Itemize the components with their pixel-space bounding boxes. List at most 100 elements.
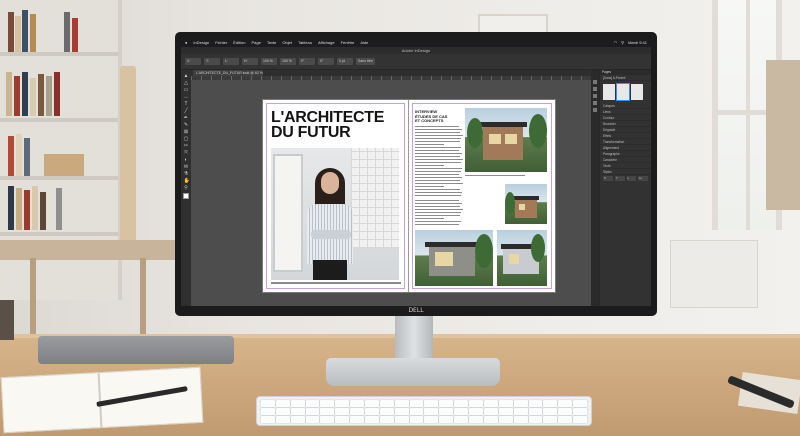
note-tool-icon[interactable]: ✉ xyxy=(184,165,189,170)
key[interactable] xyxy=(558,408,573,415)
key[interactable] xyxy=(543,416,558,423)
keyboard[interactable] xyxy=(256,396,592,426)
key[interactable] xyxy=(409,400,424,407)
control-field[interactable]: X: xyxy=(185,58,201,65)
key[interactable] xyxy=(498,400,513,407)
key[interactable] xyxy=(498,408,513,415)
panel-field[interactable]: H xyxy=(638,176,648,181)
swatches-icon[interactable] xyxy=(593,108,597,112)
type-tool-icon[interactable]: T xyxy=(184,102,189,107)
key[interactable] xyxy=(290,400,305,407)
key[interactable] xyxy=(424,400,439,407)
key[interactable] xyxy=(573,416,587,423)
menu-item[interactable]: Aide xyxy=(360,40,368,45)
key[interactable] xyxy=(469,416,483,423)
menu-item[interactable]: Texte xyxy=(267,40,277,45)
menu-item[interactable]: Affichage xyxy=(318,40,335,45)
key[interactable] xyxy=(528,408,543,415)
panel-field[interactable]: Y xyxy=(614,176,625,181)
key[interactable] xyxy=(335,408,350,415)
layers-icon[interactable] xyxy=(593,87,597,91)
page-thumbnail[interactable] xyxy=(616,83,630,101)
key[interactable] xyxy=(379,416,394,423)
key[interactable] xyxy=(513,408,528,415)
key[interactable] xyxy=(335,416,350,423)
key[interactable] xyxy=(573,408,587,415)
key[interactable] xyxy=(454,408,469,415)
key[interactable] xyxy=(424,416,439,423)
key[interactable] xyxy=(379,408,394,415)
key[interactable] xyxy=(528,400,543,407)
house-photo-3[interactable] xyxy=(415,230,493,286)
hand-tool-icon[interactable]: ✋ xyxy=(184,179,190,184)
key[interactable] xyxy=(261,408,275,415)
menu-item[interactable]: Fichier xyxy=(215,40,227,45)
key[interactable] xyxy=(320,408,335,415)
key[interactable] xyxy=(379,400,394,407)
house-photo-1[interactable] xyxy=(465,108,547,172)
scissors-tool-icon[interactable]: ✂ xyxy=(184,144,189,149)
rectangle-frame-tool-icon[interactable]: ⊠ xyxy=(184,130,189,135)
key[interactable] xyxy=(261,400,275,407)
key[interactable] xyxy=(469,408,483,415)
key[interactable] xyxy=(290,416,305,423)
pages-icon[interactable] xyxy=(593,80,597,84)
key[interactable] xyxy=(275,408,290,415)
key[interactable] xyxy=(483,408,498,415)
key[interactable] xyxy=(439,408,454,415)
key[interactable] xyxy=(365,416,379,423)
page-tool-icon[interactable]: ▭ xyxy=(184,88,189,93)
stroke-icon[interactable] xyxy=(593,101,597,105)
free-transform-tool-icon[interactable]: ⤧ xyxy=(184,151,189,156)
portrait-photo[interactable] xyxy=(271,148,399,280)
headline[interactable]: L'ARCHITECTE DU FUTUR xyxy=(271,110,384,141)
page-thumbnail[interactable] xyxy=(603,84,615,100)
line-tool-icon[interactable]: ╱ xyxy=(184,109,189,114)
control-field[interactable]: 0° xyxy=(299,58,315,65)
gap-tool-icon[interactable]: ↔ xyxy=(184,95,189,100)
menu-item[interactable]: Fenêtre xyxy=(341,40,355,45)
gradient-tool-icon[interactable]: ◐ xyxy=(184,158,189,163)
panel-field[interactable]: X xyxy=(603,176,613,181)
key[interactable] xyxy=(483,416,498,423)
pencil-tool-icon[interactable]: ✎ xyxy=(184,123,189,128)
apple-icon[interactable]: ● xyxy=(185,40,187,45)
right-page[interactable]: INTERVIEW ÉTUDES DE CAS ET CONCEPTS xyxy=(409,100,555,292)
key[interactable] xyxy=(365,400,379,407)
key[interactable] xyxy=(275,416,290,423)
control-field[interactable]: 0° xyxy=(318,58,334,65)
body-text-column[interactable] xyxy=(415,200,463,227)
control-field[interactable]: 100 % xyxy=(261,58,277,65)
key[interactable] xyxy=(409,408,424,415)
menu-item[interactable]: InDesign xyxy=(193,40,209,45)
key[interactable] xyxy=(335,400,350,407)
key[interactable] xyxy=(543,400,558,407)
search-icon[interactable]: ⚲ xyxy=(621,40,624,45)
key[interactable] xyxy=(498,416,513,423)
photo-caption[interactable] xyxy=(465,175,525,177)
key[interactable] xyxy=(454,400,469,407)
panel-field[interactable]: L xyxy=(626,176,637,181)
fill-stroke-swatch[interactable] xyxy=(183,193,189,199)
key[interactable] xyxy=(469,400,483,407)
key[interactable] xyxy=(439,400,454,407)
key[interactable] xyxy=(558,416,573,423)
key[interactable] xyxy=(305,400,320,407)
control-field[interactable]: 100 % xyxy=(280,58,296,65)
control-field[interactable]: Y: xyxy=(204,58,220,65)
house-photo-4[interactable] xyxy=(497,230,547,286)
key[interactable] xyxy=(483,400,498,407)
body-text-column[interactable] xyxy=(415,126,463,198)
menu-item[interactable]: Page xyxy=(251,40,260,45)
photo-caption[interactable] xyxy=(271,282,401,284)
key[interactable] xyxy=(320,416,335,423)
key[interactable] xyxy=(558,400,573,407)
horizontal-ruler[interactable] xyxy=(191,76,591,80)
key[interactable] xyxy=(365,408,379,415)
control-field[interactable]: Sans titre xyxy=(356,58,375,65)
key[interactable] xyxy=(573,400,587,407)
key[interactable] xyxy=(394,408,409,415)
key[interactable] xyxy=(290,408,305,415)
key[interactable] xyxy=(320,400,335,407)
house-photo-2[interactable] xyxy=(505,184,547,224)
